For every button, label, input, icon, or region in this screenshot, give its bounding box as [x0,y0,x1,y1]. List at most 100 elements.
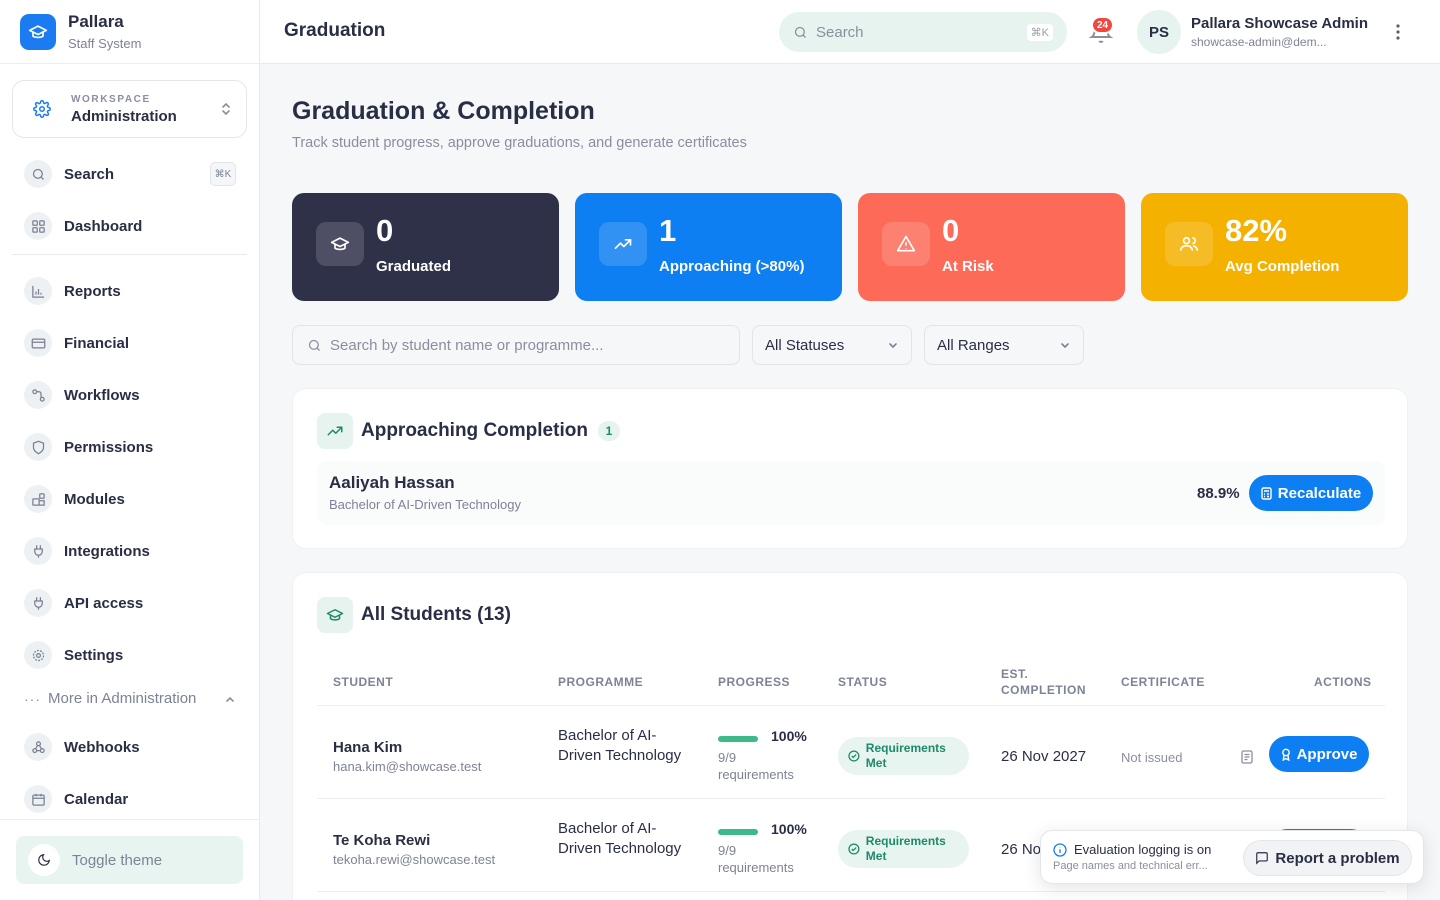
approve-button[interactable]: Approve [1269,736,1369,772]
sidebar-item-permissions[interactable]: Permissions [24,432,236,462]
sidebar-item-reports[interactable]: Reports [24,276,236,306]
shortcut-hint: ⌘K [210,162,236,186]
toggle-theme-label: Toggle theme [72,851,163,869]
student-search-input[interactable]: Search by student name or programme... [292,325,740,365]
sidebar-item-dashboard[interactable]: Dashboard [24,211,236,241]
shortcut-hint: ⌘K [1026,23,1053,41]
calendar-icon [24,785,52,813]
stat-value: 0 [376,213,394,248]
button-label: Recalculate [1277,484,1362,502]
status-filter-select[interactable]: All Statuses [752,325,912,365]
sidebar-item-workflows[interactable]: Workflows [24,380,236,410]
graduation-cap-icon [20,13,56,50]
sidebar-item-modules[interactable]: Modules [24,484,236,514]
sidebar-item-label: Dashboard [64,217,143,235]
plug-icon [24,589,52,617]
calculator-icon [1261,486,1272,500]
report-problem-button[interactable]: Report a problem [1243,840,1412,876]
more-label: More in Administration [48,690,197,707]
brand: Pallara Staff System [0,0,259,64]
card-header: All Students (13) [317,597,511,633]
column-header-line: EST. [1001,667,1029,681]
sidebar: Pallara Staff System WORKSPACE Administr… [0,0,260,900]
range-filter-select[interactable]: All Ranges [924,325,1084,365]
stat-label: Approaching (>80%) [659,258,805,275]
more-vertical-icon[interactable] [1390,20,1406,44]
graduation-cap-icon [316,222,364,266]
sidebar-item-settings[interactable]: Settings [24,640,236,670]
search-icon [24,160,52,188]
gear-icon [33,100,51,118]
certificate-icon[interactable] [1241,750,1253,764]
student-email: tekoha.rewi@showcase.test [333,852,496,867]
sidebar-item-label: Reports [64,282,121,300]
sidebar-item-api-access[interactable]: API access [24,588,236,618]
sidebar-item-label: Permissions [64,438,154,456]
ellipsis-icon: ··· [24,690,41,707]
progress-percent: 100% [771,728,807,744]
dashboard-icon [24,212,52,240]
users-icon [1165,222,1213,266]
trending-up-icon [599,222,647,266]
workspace-value: Administration [71,107,177,125]
award-icon [1281,748,1290,761]
brand-name: Pallara [68,12,124,31]
sidebar-item-calendar[interactable]: Calendar [24,784,236,814]
shield-icon [24,433,52,461]
more-in-administration-toggle[interactable]: ··· More in Administration [24,690,236,707]
gear-icon [24,641,52,669]
stat-label: Graduated [376,258,452,275]
page-subtitle: Track student progress, approve graduati… [292,135,747,151]
list-item: Aaliyah Hassan Bachelor of AI-Driven Tec… [317,461,1385,525]
warning-icon [882,222,930,266]
count-badge: 1 [597,421,620,441]
chevron-down-icon [889,343,897,349]
graduation-cap-icon [317,597,353,633]
column-header-certificate: CERTIFICATE [1121,675,1205,689]
certificate-status: Not issued [1121,750,1183,765]
moon-icon [28,844,60,876]
stat-value: 1 [659,213,677,248]
sidebar-item-financial[interactable]: Financial [24,328,236,358]
workspace-switcher[interactable]: WORKSPACE Administration [12,80,247,138]
trending-up-icon [317,413,353,449]
search-placeholder: Search [816,23,864,41]
evaluation-logging-toast: Evaluation logging is on Page names and … [1040,830,1424,884]
divider [12,254,247,255]
student-name: Aaliyah Hassan [329,473,455,492]
chevron-down-icon [1061,343,1069,349]
toggle-theme-button[interactable]: Toggle theme [16,836,243,884]
search-icon [308,339,320,351]
webhook-icon [24,733,52,761]
button-label: Report a problem [1275,849,1400,867]
column-header-actions: ACTIONS [1314,675,1372,689]
global-search-input[interactable]: Search ⌘K [779,12,1067,52]
card-title: All Students (13) [361,604,511,625]
toast-subtitle: Page names and technical err... [1053,860,1208,872]
chevron-up-icon [226,696,234,702]
stat-value: 0 [942,213,960,248]
recalculate-button[interactable]: Recalculate [1249,475,1373,511]
check-circle-icon [848,750,860,762]
stat-card-graduated: 0 Graduated [292,193,559,301]
student-name: Te Koha Rewi [333,832,431,849]
check-circle-icon [848,843,860,855]
stat-value: 82% [1225,213,1288,248]
status-badge: Requirements Met [838,737,969,775]
progress-bar [718,736,758,742]
search-icon [794,26,806,38]
info-icon [1053,843,1067,857]
header-title: Graduation [284,20,386,41]
column-header-progress: PROGRESS [718,675,791,689]
sidebar-item-search[interactable]: Search ⌘K [24,159,236,189]
stat-card-approaching: 1 Approaching (>80%) [575,193,842,301]
button-label: Approve [1296,745,1358,763]
progress-bar [718,829,758,835]
select-value: All Ranges [937,336,1010,354]
status-badge: Requirements Met [838,830,969,868]
avatar[interactable]: PS [1137,10,1181,54]
sidebar-item-integrations[interactable]: Integrations [24,536,236,566]
column-header-est-completion: EST. COMPLETION [1001,666,1086,698]
table-row: Hana Kim hana.kim@showcase.test Bachelor… [293,706,1409,798]
sidebar-item-webhooks[interactable]: Webhooks [24,732,236,762]
